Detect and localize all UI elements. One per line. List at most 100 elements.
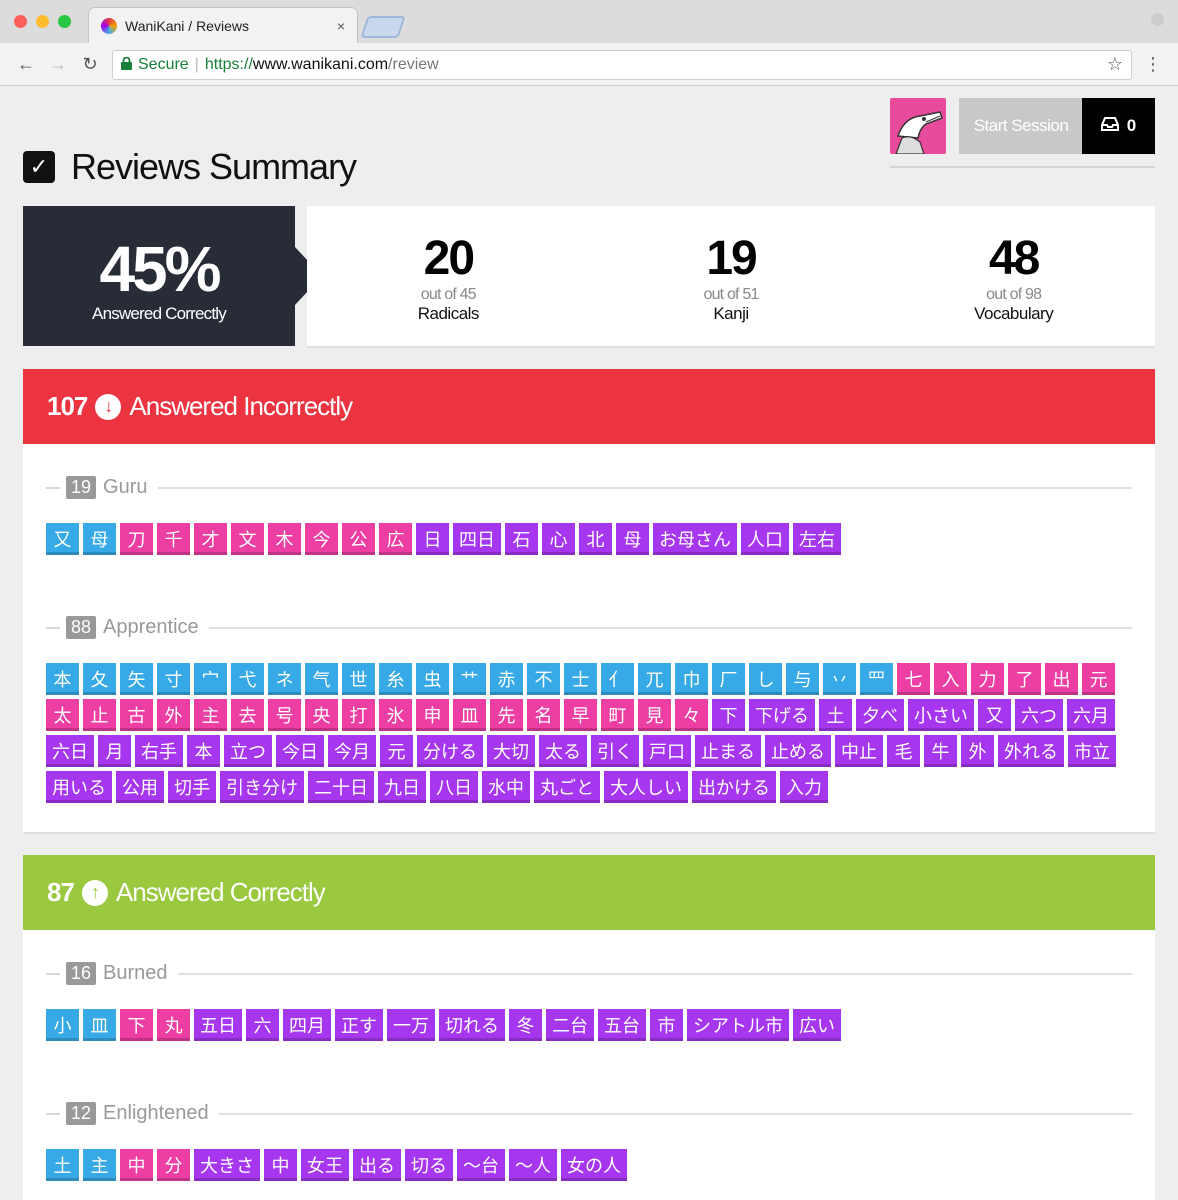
vocabulary-item[interactable]: 市 [650, 1009, 683, 1041]
vocabulary-item[interactable]: 月 [98, 735, 131, 767]
kanji-item[interactable]: 早 [564, 699, 597, 731]
vocabulary-item[interactable]: 冬 [509, 1009, 542, 1041]
kanji-item[interactable]: 千 [157, 523, 190, 555]
vocabulary-item[interactable]: 大切 [487, 735, 535, 767]
vocabulary-item[interactable]: 一万 [387, 1009, 435, 1041]
kanji-item[interactable]: 中 [120, 1149, 153, 1181]
radical-item[interactable]: 厂 [712, 663, 745, 695]
radical-item[interactable]: 母 [83, 523, 116, 555]
vocabulary-item[interactable]: 引く [591, 735, 639, 767]
vocabulary-item[interactable]: 左右 [793, 523, 841, 555]
kanji-item[interactable]: 町 [601, 699, 634, 731]
kanji-item[interactable]: 皿 [453, 699, 486, 731]
kanji-item[interactable]: 元 [1082, 663, 1115, 695]
kanji-item[interactable]: 打 [342, 699, 375, 731]
profile-icon[interactable] [1151, 13, 1164, 26]
correct-header[interactable]: 87 ↑ Answered Correctly [23, 855, 1155, 930]
radical-item[interactable]: 兀 [638, 663, 671, 695]
radical-item[interactable]: 不 [527, 663, 560, 695]
kanji-item[interactable]: 文 [231, 523, 264, 555]
kanji-item[interactable]: 今 [305, 523, 338, 555]
kanji-item[interactable]: 下 [120, 1009, 153, 1041]
vocabulary-item[interactable]: 分ける [417, 735, 483, 767]
kanji-item[interactable]: 古 [120, 699, 153, 731]
kanji-item[interactable]: 氷 [379, 699, 412, 731]
vocabulary-item[interactable]: 太る [539, 735, 587, 767]
radical-item[interactable]: 艹 [453, 663, 486, 695]
incorrect-header[interactable]: 107 ↓ Answered Incorrectly [23, 369, 1155, 444]
vocabulary-item[interactable]: 小さい [908, 699, 974, 731]
vocabulary-item[interactable]: 北 [579, 523, 612, 555]
vocabulary-item[interactable]: 又 [978, 699, 1011, 731]
vocabulary-item[interactable]: 毛 [887, 735, 920, 767]
reload-icon[interactable]: ↻ [74, 54, 106, 75]
vocabulary-item[interactable]: 大きさ [194, 1149, 260, 1181]
kanji-item[interactable]: 主 [194, 699, 227, 731]
browser-tab[interactable]: WaniKani / Reviews × [88, 7, 358, 43]
vocabulary-item[interactable]: 大人しい [604, 771, 688, 803]
kanji-item[interactable]: 外 [157, 699, 190, 731]
kanji-item[interactable]: 丸 [157, 1009, 190, 1041]
vocabulary-item[interactable]: 夕べ [856, 699, 904, 731]
vocabulary-item[interactable]: 入力 [780, 771, 828, 803]
vocabulary-item[interactable]: 六 [246, 1009, 279, 1041]
vocabulary-item[interactable]: 下 [712, 699, 745, 731]
vocabulary-item[interactable]: 九日 [378, 771, 426, 803]
address-bar[interactable]: Secure | https:// www.wanikani.com /revi… [112, 49, 1132, 80]
vocabulary-item[interactable]: 土 [819, 699, 852, 731]
vocabulary-item[interactable]: 二台 [546, 1009, 594, 1041]
radical-item[interactable]: 与 [786, 663, 819, 695]
radical-item[interactable]: 士 [564, 663, 597, 695]
radical-item[interactable]: 弋 [231, 663, 264, 695]
vocabulary-item[interactable]: 六つ [1015, 699, 1063, 731]
vocabulary-item[interactable]: 日 [416, 523, 449, 555]
kanji-item[interactable]: 号 [268, 699, 301, 731]
radical-item[interactable]: 赤 [490, 663, 523, 695]
radical-item[interactable]: 土 [46, 1149, 79, 1181]
vocabulary-item[interactable]: 切手 [168, 771, 216, 803]
tab-close-icon[interactable]: × [337, 18, 345, 34]
kanji-item[interactable]: 公 [342, 523, 375, 555]
vocabulary-item[interactable]: 外れる [998, 735, 1064, 767]
start-session-button[interactable]: Start Session [959, 98, 1083, 154]
vocabulary-item[interactable]: 二十日 [308, 771, 374, 803]
vocabulary-item[interactable]: 六月 [1067, 699, 1115, 731]
kanji-item[interactable]: 才 [194, 523, 227, 555]
kanji-item[interactable]: 々 [675, 699, 708, 731]
vocabulary-item[interactable]: 広い [793, 1009, 841, 1041]
vocabulary-item[interactable]: 今日 [276, 735, 324, 767]
radical-item[interactable]: 寸 [157, 663, 190, 695]
kanji-item[interactable]: 央 [305, 699, 338, 731]
vocabulary-item[interactable]: 用いる [46, 771, 112, 803]
vocabulary-item[interactable]: 出る [353, 1149, 401, 1181]
vocabulary-item[interactable]: 元 [380, 735, 413, 767]
vocabulary-item[interactable]: 六日 [46, 735, 94, 767]
radical-item[interactable]: 本 [46, 663, 79, 695]
vocabulary-item[interactable]: 八日 [430, 771, 478, 803]
vocabulary-item[interactable]: 石 [505, 523, 538, 555]
kanji-item[interactable]: 太 [46, 699, 79, 731]
vocabulary-item[interactable]: 切れる [439, 1009, 505, 1041]
close-window-icon[interactable] [14, 15, 27, 28]
vocabulary-item[interactable]: 五日 [194, 1009, 242, 1041]
vocabulary-item[interactable]: 立つ [224, 735, 272, 767]
vocabulary-item[interactable]: シアトル市 [687, 1009, 789, 1041]
minimize-window-icon[interactable] [36, 15, 49, 28]
kanji-item[interactable]: 見 [638, 699, 671, 731]
radical-item[interactable]: 巾 [675, 663, 708, 695]
user-avatar[interactable] [890, 98, 946, 154]
vocabulary-item[interactable]: 止める [765, 735, 831, 767]
radical-item[interactable]: 虫 [416, 663, 449, 695]
vocabulary-item[interactable]: 今月 [328, 735, 376, 767]
vocabulary-item[interactable]: 〜台 [457, 1149, 505, 1181]
kanji-item[interactable]: 了 [1008, 663, 1041, 695]
vocabulary-item[interactable]: 切る [405, 1149, 453, 1181]
vocabulary-item[interactable]: 本 [187, 735, 220, 767]
radical-item[interactable]: ネ [268, 663, 301, 695]
radical-item[interactable]: 糸 [379, 663, 412, 695]
vocabulary-item[interactable]: 女の人 [561, 1149, 627, 1181]
vocabulary-item[interactable]: 出かける [692, 771, 776, 803]
vocabulary-item[interactable]: 四月 [283, 1009, 331, 1041]
vocabulary-item[interactable]: お母さん [653, 523, 737, 555]
kanji-item[interactable]: 去 [231, 699, 264, 731]
